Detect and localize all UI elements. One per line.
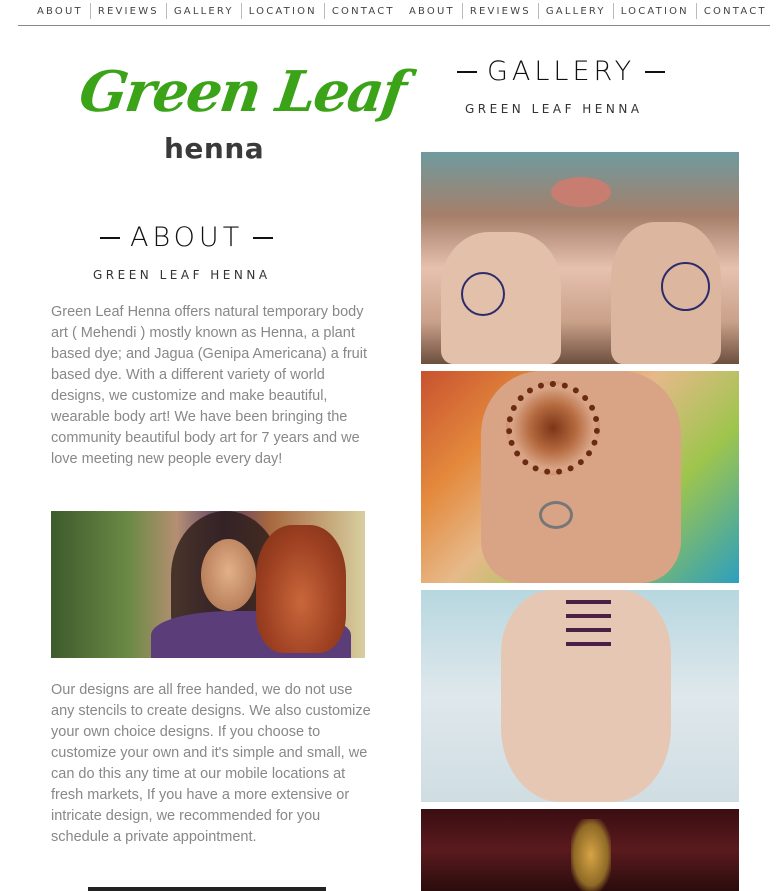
- logo-subtitle: henna: [164, 132, 265, 165]
- henna-band: [566, 614, 611, 618]
- gallery-photo-1[interactable]: [421, 152, 739, 364]
- tattoo-rose: [661, 262, 710, 311]
- about-photo-henna-hand: [51, 511, 365, 658]
- nav-gallery[interactable]: GALLERY: [165, 3, 241, 19]
- dash-left: [100, 236, 120, 239]
- about-paragraph-1: Green Leaf Henna offers natural temporar…: [51, 304, 367, 467]
- about-paragraph-2: Our designs are all free handed, we do n…: [51, 682, 371, 845]
- photo-lips: [551, 177, 611, 207]
- photo-hand: [256, 525, 346, 653]
- logo-wordmark[interactable]: Green Leaf: [74, 52, 408, 132]
- henna-band: [566, 642, 611, 646]
- nav-about[interactable]: ABOUT: [402, 3, 462, 19]
- tattoo-rose: [461, 272, 505, 316]
- gallery-heading: GALLERY: [447, 56, 675, 87]
- nav-divider: [18, 25, 770, 26]
- photo-face: [201, 539, 256, 611]
- dash-left: [457, 70, 477, 73]
- nav-location[interactable]: LOCATION: [240, 3, 324, 19]
- henna-tree-design: [571, 819, 611, 891]
- henna-band: [566, 628, 611, 632]
- nav-gallery[interactable]: GALLERY: [537, 3, 613, 19]
- henna-band: [566, 600, 611, 604]
- dash-right: [645, 70, 666, 73]
- henna-mandala: [506, 381, 600, 475]
- about-subtitle: GREEN LEAF HENNA: [93, 268, 271, 282]
- nav-contact[interactable]: CONTACT: [323, 3, 402, 19]
- nav-reviews[interactable]: REVIEWS: [461, 3, 538, 19]
- about-title: ABOUT: [130, 222, 244, 253]
- nav-bar-right: ABOUT REVIEWS GALLERY LOCATION CONTACT: [402, 0, 774, 22]
- nav-about[interactable]: ABOUT: [30, 3, 90, 19]
- dash-right: [253, 236, 274, 239]
- gallery-title: GALLERY: [487, 56, 636, 87]
- about-heading: ABOUT: [90, 222, 283, 253]
- nav-bar-left: ABOUT REVIEWS GALLERY LOCATION CONTACT: [30, 0, 402, 22]
- photo-hand: [501, 590, 671, 802]
- gallery-photo-4[interactable]: [421, 809, 739, 891]
- bottom-image-edge: [88, 887, 326, 891]
- nav-contact[interactable]: CONTACT: [695, 3, 774, 19]
- gallery-photo-2[interactable]: [421, 371, 739, 583]
- nav-reviews[interactable]: REVIEWS: [89, 3, 166, 19]
- nav-location[interactable]: LOCATION: [612, 3, 696, 19]
- gallery-photo-3[interactable]: [421, 590, 739, 802]
- gallery-subtitle: GREEN LEAF HENNA: [465, 102, 643, 116]
- photo-ring: [539, 501, 573, 529]
